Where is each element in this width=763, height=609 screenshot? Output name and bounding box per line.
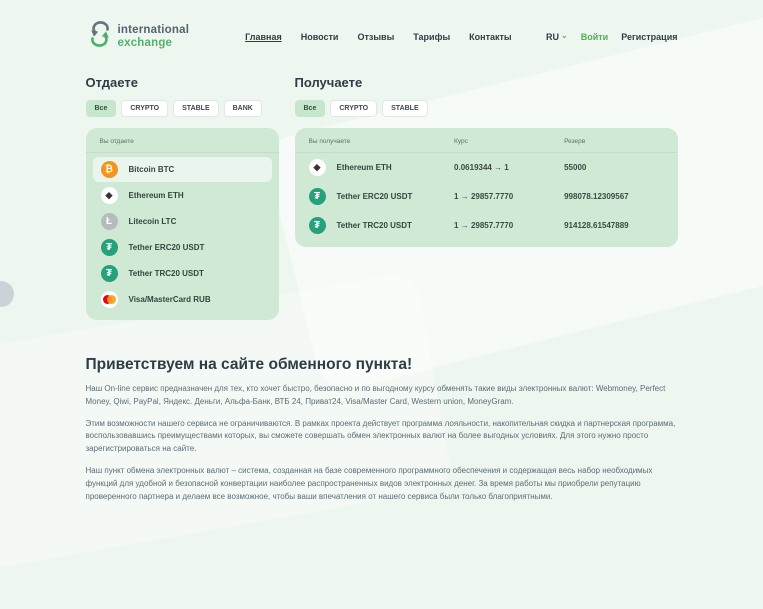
currency-label: Ethereum ETH [336, 163, 392, 172]
give-item-bitcoin[interactable]: ₿ Bitcoin BTC [92, 157, 272, 182]
receive-table-header: Вы получаете Курс Резерв [294, 138, 678, 153]
column-header-reserve: Резерв [564, 138, 586, 145]
nav-item-news[interactable]: Новости [301, 32, 339, 42]
tether-icon: ₮ [100, 239, 118, 256]
receive-tab-stable[interactable]: STABLE [382, 100, 428, 117]
give-item-ethereum[interactable]: ◆ Ethereum ETH [93, 183, 272, 208]
give-tabs: Все CRYPTO STABLE BANK [85, 100, 279, 117]
tether-icon: ₮ [100, 265, 118, 282]
column-header-rate: Курс [454, 138, 468, 145]
ethereum-icon: ◆ [100, 187, 118, 204]
currency-label: Litecoin LTC [128, 217, 177, 226]
login-link[interactable]: Войти [581, 32, 608, 42]
receive-tab-all[interactable]: Все [294, 100, 326, 117]
give-panel: Вы отдаете ₿ Bitcoin BTC ◆ Ethereum ETH … [85, 128, 279, 320]
reserve-value: 914128.61547889 [564, 221, 629, 230]
currency-label: Ethereum ETH [128, 191, 184, 200]
receive-tab-crypto[interactable]: CRYPTO [330, 100, 378, 117]
tether-icon: ₮ [308, 217, 326, 234]
logo-line1: international [117, 24, 190, 37]
nav-item-home[interactable]: Главная [245, 32, 282, 42]
receive-title: Получаете [294, 75, 363, 90]
give-panel-label: Вы отдаете [85, 138, 279, 153]
receive-row-ethereum[interactable]: ◆ Ethereum ETH 0.0619344 → 1 55000 [295, 153, 678, 182]
currency-label: Tether TRC20 USDT [128, 269, 204, 278]
bitcoin-icon: ₿ [100, 161, 118, 178]
welcome-section: Приветствуем на сайте обменного пункта! … [86, 356, 678, 503]
receive-column: Получаете Все CRYPTO STABLE Вы получаете… [294, 75, 678, 320]
main-nav: Главная Новости Отзывы Тарифы Контакты [245, 32, 511, 42]
currency-label: Tether ERC20 USDT [128, 243, 205, 252]
ethereum-icon: ◆ [308, 159, 326, 176]
currency-label: Tether ERC20 USDT [336, 192, 413, 201]
give-item-tether-trc20[interactable]: ₮ Tether TRC20 USDT [93, 261, 272, 286]
welcome-paragraph: Наш пункт обмена электронных валют – сис… [85, 465, 653, 501]
give-tab-all[interactable]: Все [85, 100, 117, 117]
exchange-arrows-icon [86, 20, 114, 53]
receive-tabs: Все CRYPTO STABLE [294, 100, 678, 117]
currency-label: Visa/MasterCard RUB [128, 295, 211, 304]
rate-value: 1 → 29857.7770 [454, 192, 514, 201]
give-item-litecoin[interactable]: Ł Litecoin LTC [93, 209, 272, 234]
give-list: ₿ Bitcoin BTC ◆ Ethereum ETH Ł Litecoin … [86, 153, 279, 312]
language-selector[interactable]: RU ⌄ [546, 31, 568, 42]
column-header-name: Вы получаете [308, 138, 351, 145]
tether-icon: ₮ [308, 188, 326, 205]
header-right: RU ⌄ Войти Регистрация [546, 31, 678, 42]
welcome-paragraph: Наш On-line сервис предназначен для тех,… [85, 384, 666, 406]
welcome-paragraph: Этим возможности нашего сервиса не огран… [85, 418, 676, 454]
give-item-visa-mastercard[interactable]: Visa/MasterCard RUB [93, 287, 272, 312]
currency-label: Bitcoin BTC [128, 165, 175, 174]
exchange-section: Отдаете Все CRYPTO STABLE BANK Вы отдает… [85, 75, 678, 320]
give-tab-bank[interactable]: BANK [223, 100, 262, 117]
litecoin-icon: Ł [100, 213, 118, 230]
give-tab-crypto[interactable]: CRYPTO [121, 100, 169, 117]
language-label: RU [546, 31, 559, 42]
rate-value: 1 → 29857.7770 [454, 221, 514, 230]
give-column: Отдаете Все CRYPTO STABLE BANK Вы отдает… [85, 75, 279, 320]
register-link[interactable]: Регистрация [621, 32, 677, 42]
logo-text: international exchange [118, 24, 190, 48]
rate-value: 0.0619344 → 1 [454, 163, 509, 172]
receive-row-tether-erc20[interactable]: ₮ Tether ERC20 USDT 1 → 29857.7770 99807… [295, 182, 678, 211]
header: international exchange Главная Новости О… [86, 20, 678, 53]
logo-line2: exchange [117, 36, 173, 49]
reserve-value: 55000 [564, 163, 587, 172]
welcome-title: Приветствуем на сайте обменного пункта! [85, 356, 413, 373]
give-item-tether-erc20[interactable]: ₮ Tether ERC20 USDT [93, 235, 272, 260]
chevron-down-icon: ⌄ [561, 31, 568, 40]
give-tab-stable[interactable]: STABLE [173, 100, 219, 117]
receive-row-tether-trc20[interactable]: ₮ Tether TRC20 USDT 1 → 29857.7770 91412… [295, 211, 678, 240]
mastercard-icon [100, 291, 118, 308]
give-title: Отдаете [85, 75, 138, 90]
nav-item-contacts[interactable]: Контакты [469, 32, 511, 42]
nav-item-reviews[interactable]: Отзывы [357, 32, 394, 42]
receive-panel: Вы получаете Курс Резерв ◆ Ethereum ETH … [294, 128, 678, 247]
reserve-value: 998078.12309567 [564, 192, 629, 201]
edge-circle-decoration [0, 281, 14, 307]
currency-label: Tether TRC20 USDT [336, 221, 412, 230]
nav-item-tariffs[interactable]: Тарифы [413, 32, 450, 42]
logo[interactable]: international exchange [86, 20, 190, 53]
